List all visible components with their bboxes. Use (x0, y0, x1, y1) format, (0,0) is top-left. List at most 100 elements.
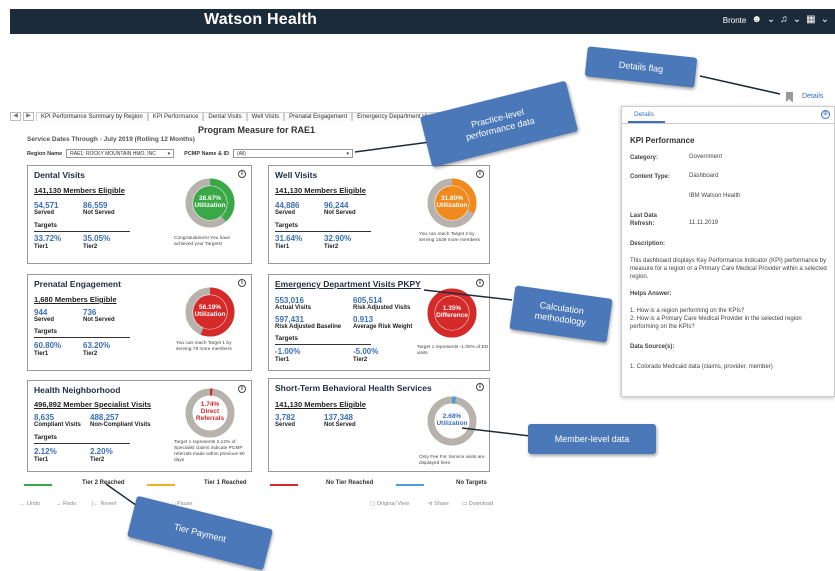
not-served-label: Not Served (324, 422, 356, 428)
original-view-button[interactable]: ▢ Original View (370, 501, 409, 507)
tab-well-visits[interactable]: Well Visits (246, 111, 285, 121)
ring-label: Utilization (436, 202, 468, 209)
close-icon[interactable]: ⊕ (821, 110, 830, 119)
pcmp-label: PCMP Name & ID (184, 150, 229, 157)
ring-label: Difference (436, 312, 468, 319)
bookmark-icon[interactable] (786, 92, 793, 102)
category-label: Category: (630, 155, 659, 161)
tier2-label: Tier2 (83, 244, 98, 250)
apps-grid-icon[interactable]: ▦ (806, 15, 815, 25)
tier1-value: 31.64% (275, 234, 303, 243)
card-note: Target 1 represents 2.12% of Specialist … (174, 440, 245, 463)
tab-kpi-summary[interactable]: KPI Performance Summary by Region (36, 111, 148, 121)
served-label: Served (275, 210, 296, 216)
page-title: Program Measure for RAE1 (198, 125, 316, 135)
served-label: Served (34, 210, 55, 216)
behavioral-health-card[interactable]: Short-Term Behavioral Health Services i … (268, 378, 490, 472)
panel-tab-bar: Details ⊕ (622, 107, 834, 124)
practice-arrow (354, 141, 431, 153)
pcmp-select[interactable]: (All) ▾ (232, 149, 353, 158)
chevron-down-icon[interactable]: ⌄ (767, 15, 775, 25)
tier2-value: -5.00% (353, 347, 379, 356)
prenatal-card[interactable]: Prenatal Engagement i 1,680 Members Elig… (27, 274, 252, 371)
legend-tier1: Tier 1 Reached (204, 480, 247, 486)
bell-icon[interactable]: ♫ (780, 15, 788, 25)
legend-line-none (270, 484, 298, 486)
info-icon[interactable]: i (238, 279, 246, 287)
tab-prev-button[interactable]: ◀ (10, 111, 21, 121)
pcmp-value: (All) (236, 150, 246, 157)
tier1-value: 60.80% (34, 341, 62, 350)
download-button[interactable]: ▭ Download (462, 501, 493, 507)
tier2-label: Tier2 (324, 244, 339, 250)
info-icon[interactable]: i (238, 170, 246, 178)
tab-dental-visits[interactable]: Dental Visits (203, 111, 247, 121)
brand-logo: Watson Health (204, 11, 318, 28)
details-link[interactable]: Details (802, 93, 823, 100)
tab-next-button[interactable]: ▶ (23, 111, 34, 121)
well-visits-card[interactable]: Well Visits i 141,130 Members Eligible 4… (268, 165, 490, 264)
revert-label: Revert (100, 501, 117, 507)
helps-answer-label: Helps Answer: (630, 291, 672, 297)
tier1-label: Tier1 (34, 244, 49, 250)
original-view-label: Original View (376, 501, 410, 507)
card-note: Congratulations! You have achieved your … (174, 236, 231, 247)
tier1-value: 33.72% (34, 234, 62, 243)
tab-prenatal[interactable]: Prenatal Engagement (284, 111, 353, 121)
share-label: Share (434, 501, 449, 507)
compliant-value: 8,635 (34, 413, 55, 422)
share-button[interactable]: ⊲ Share (428, 501, 449, 507)
legend-line-no-targets (396, 484, 424, 486)
ring-value: 56.19% (198, 304, 222, 311)
chevron-down-icon[interactable]: ⌄ (793, 15, 801, 25)
tab-details[interactable]: Details (628, 111, 665, 123)
compliant-label: Compliant Visits (34, 422, 81, 428)
served-value: 54,571 (34, 201, 59, 210)
content-type-label: Content Type: (630, 174, 670, 180)
card-note: Target 1 represents -1.00% of ED visits (417, 345, 489, 356)
non-compliant-label: Non-Compliant Visits (90, 422, 151, 428)
tier2-label: Tier2 (83, 351, 98, 357)
not-served-value: 86,559 (83, 201, 108, 210)
chevron-down-icon: ▾ (167, 150, 171, 157)
ring-label: Utilization (194, 311, 226, 318)
members-eligible: 141,130 Members Eligible (275, 186, 366, 195)
region-select[interactable]: RAE1: ROCKY MOUNTAIN HMO, INC ▾ (66, 149, 175, 158)
panel-heading: KPI Performance (630, 136, 695, 145)
ring-text: 2.68% Utilization (427, 413, 477, 427)
health-neighborhood-card[interactable]: Health Neighborhood i 496,892 Member Spe… (27, 380, 252, 472)
helps-answer-2: 2. How is a Primary Care Medical Provide… (630, 316, 802, 330)
card-title[interactable]: Emergency Department Visits PKPY (275, 279, 421, 289)
non-compliant-value: 488,257 (90, 413, 119, 422)
details-flag-arrow (699, 75, 781, 95)
ring-value: 1.35% (442, 305, 462, 312)
served-value: 3,782 (275, 413, 296, 422)
chevron-down-icon[interactable]: ⌄ (821, 15, 829, 25)
ring-label: Direct Referrals (195, 408, 225, 422)
undo-button[interactable]: ← Undo (20, 501, 40, 507)
revert-button[interactable]: |← Revert (92, 501, 117, 507)
tier1-label: Tier1 (34, 351, 49, 357)
baseline-label: Risk Adjusted Baseline (275, 324, 342, 330)
tier2-value: 2.20% (90, 447, 113, 456)
dental-visits-card[interactable]: Dental Visits i 141,130 Members Eligible… (27, 165, 252, 264)
risk-weight-value: 0.913 (353, 315, 374, 324)
specialist-visits: 496,892 Member Specialist Visits (34, 400, 152, 409)
actual-visits-value: 553,016 (275, 296, 304, 305)
info-icon[interactable]: i (238, 385, 246, 393)
refresh-value: 11.11.2019 (689, 220, 719, 226)
service-dates: Service Dates Through - July 2019 (Rolli… (27, 136, 195, 143)
user-name[interactable]: Bronte (723, 16, 747, 25)
owner-value: IBM Watson Health (689, 193, 741, 199)
redo-button[interactable]: → Redo (56, 501, 76, 507)
description-text: This dashboard displays Key Performance … (630, 258, 827, 280)
ed-visits-card[interactable]: Emergency Department Visits PKPY i 553,0… (268, 274, 490, 371)
info-icon[interactable]: i (476, 383, 484, 391)
not-served-value: 137,348 (324, 413, 353, 422)
served-label: Served (275, 422, 296, 428)
chevron-down-icon: ▾ (346, 150, 349, 157)
tier1-label: Tier1 (34, 457, 49, 463)
user-icon[interactable]: ☻ (751, 15, 762, 25)
tab-kpi-performance[interactable]: KPI Performance (147, 111, 204, 121)
tier1-label: Tier1 (275, 357, 290, 363)
